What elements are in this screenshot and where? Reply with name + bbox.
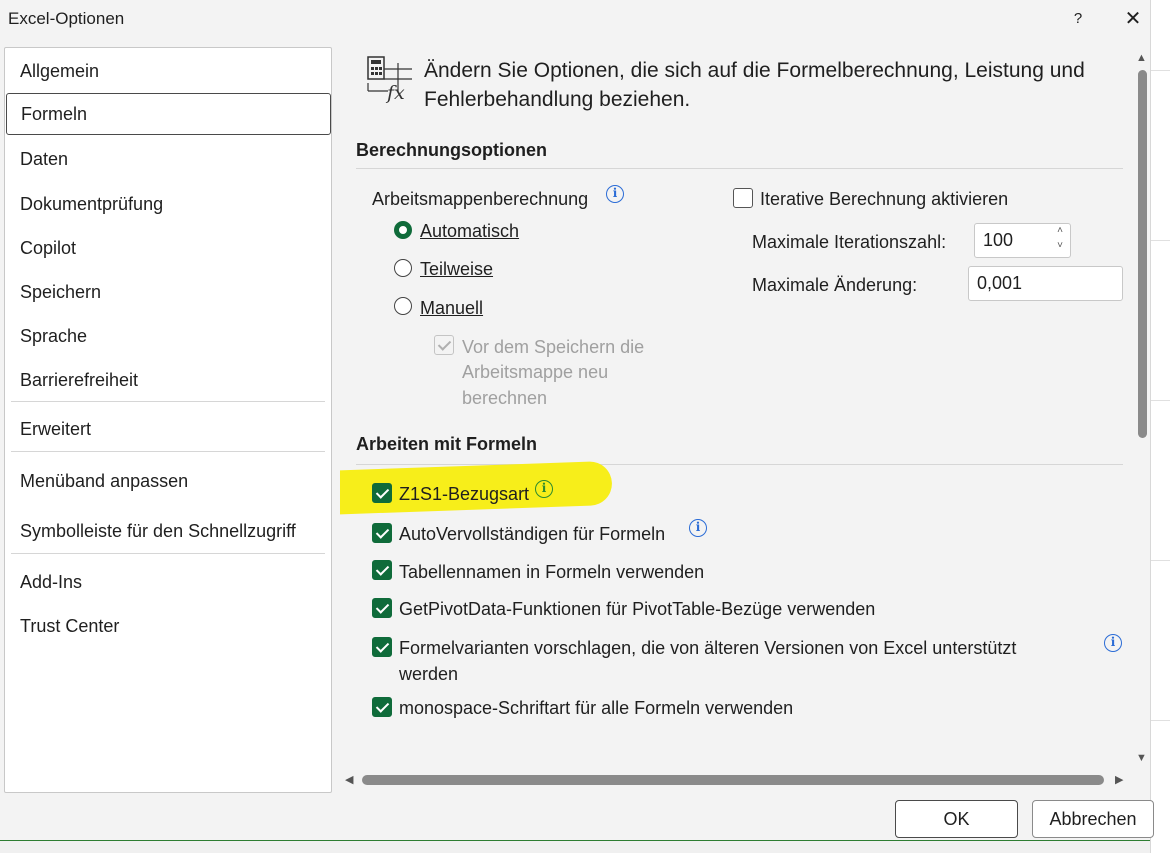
- nav-item-menueband[interactable]: Menüband anpassen: [5, 461, 331, 501]
- r1c1-label[interactable]: Z1S1-Bezugsart: [399, 484, 529, 505]
- info-icon[interactable]: i: [606, 185, 624, 203]
- options-nav: Allgemein Formeln Daten Dokumentprüfung …: [4, 47, 332, 793]
- radio-manual[interactable]: [394, 297, 412, 315]
- section-heading-calc: Berechnungsoptionen: [356, 140, 548, 160]
- max-change-input[interactable]: 0,001: [968, 266, 1123, 301]
- svg-text:fx: fx: [385, 82, 405, 103]
- vertical-scroll-thumb[interactable]: [1138, 70, 1147, 438]
- nav-divider: [11, 553, 325, 554]
- nav-item-allgemein[interactable]: Allgemein: [5, 51, 331, 91]
- r1c1-checkbox[interactable]: [372, 483, 392, 503]
- info-icon[interactable]: i: [689, 519, 707, 537]
- nav-item-trustcenter[interactable]: Trust Center: [5, 606, 331, 646]
- help-button[interactable]: ?: [1064, 5, 1092, 33]
- formula-calculator-icon: fx: [367, 56, 412, 103]
- nav-item-speichern[interactable]: Speichern: [5, 272, 331, 312]
- title-bar: [0, 0, 1150, 38]
- max-iterations-label: Maximale Iterationszahl:: [752, 232, 947, 252]
- spin-up-icon[interactable]: ˄: [1053, 226, 1067, 236]
- table-names-label[interactable]: Tabellennamen in Formeln verwenden: [399, 562, 704, 583]
- recalc-before-save-label: berechnen: [462, 388, 548, 408]
- nav-divider: [11, 451, 325, 452]
- nav-item-formeln[interactable]: Formeln: [6, 93, 331, 135]
- spin-down-icon[interactable]: ˅: [1053, 241, 1067, 251]
- scroll-down-icon[interactable]: ▼: [1136, 752, 1147, 764]
- nav-item-barrierefreiheit[interactable]: Barrierefreiheit: [5, 360, 331, 400]
- options-content: fx Ändern Sie Optionen, die sich auf die…: [340, 47, 1130, 767]
- scroll-left-icon[interactable]: ◀: [345, 773, 353, 786]
- radio-partial-label[interactable]: Teilweise: [420, 259, 493, 280]
- scroll-up-icon[interactable]: ▲: [1136, 52, 1147, 64]
- workbook-calc-label: Arbeitsmappenberechnung: [372, 189, 589, 209]
- iterative-calc-checkbox[interactable]: [733, 188, 753, 208]
- nav-item-schnellzugriff[interactable]: Symbolleiste für den Schnellzugriff: [5, 511, 331, 551]
- max-change-label: Maximale Änderung:: [752, 275, 918, 295]
- info-icon[interactable]: i: [535, 480, 553, 498]
- cancel-button[interactable]: Abbrechen: [1032, 800, 1154, 838]
- nav-item-erweitert[interactable]: Erweitert: [5, 409, 331, 449]
- monospace-checkbox[interactable]: [372, 697, 392, 717]
- background-window-bottom: [0, 840, 1150, 853]
- section-heading-formulas: Arbeiten mit Formeln: [356, 434, 538, 454]
- getpivotdata-checkbox[interactable]: [372, 598, 392, 618]
- formula-variants-checkbox[interactable]: [372, 637, 392, 657]
- radio-partial[interactable]: [394, 259, 412, 277]
- formula-variants-label[interactable]: werden: [399, 664, 458, 685]
- radio-automatic[interactable]: [394, 221, 412, 239]
- section-divider: [356, 168, 1123, 169]
- info-icon[interactable]: i: [1104, 634, 1122, 652]
- getpivotdata-label[interactable]: GetPivotData-Funktionen für PivotTable-B…: [399, 599, 875, 620]
- table-names-checkbox[interactable]: [372, 560, 392, 580]
- recalc-before-save-label: Arbeitsmappe neu: [462, 362, 609, 382]
- close-button[interactable]: ✕: [1118, 5, 1148, 33]
- recalc-before-save-label: Vor dem Speichern die: [462, 337, 645, 357]
- iterative-calc-label[interactable]: Iterative Berechnung aktivieren: [760, 189, 1008, 210]
- recalc-before-save-checkbox[interactable]: [434, 335, 454, 355]
- radio-manual-label[interactable]: Manuell: [420, 298, 483, 319]
- ok-button[interactable]: OK: [895, 800, 1018, 838]
- page-description: Ändern Sie Optionen, die sich auf die Fo…: [424, 59, 1085, 111]
- formula-variants-label[interactable]: Formelvarianten vorschlagen, die von ält…: [399, 638, 1016, 659]
- nav-item-sprache[interactable]: Sprache: [5, 316, 331, 356]
- background-window: [1150, 0, 1170, 853]
- nav-divider: [11, 401, 325, 402]
- autocomplete-checkbox[interactable]: [372, 523, 392, 543]
- autocomplete-label[interactable]: AutoVervollständigen für Formeln: [399, 524, 665, 545]
- nav-item-copilot[interactable]: Copilot: [5, 228, 331, 268]
- nav-item-daten[interactable]: Daten: [5, 139, 331, 179]
- radio-automatic-label[interactable]: Automatisch: [420, 221, 519, 242]
- nav-item-dokumentpruefung[interactable]: Dokumentprüfung: [5, 184, 331, 224]
- window-title: Excel-Optionen: [8, 9, 125, 28]
- nav-item-addins[interactable]: Add-Ins: [5, 562, 331, 602]
- monospace-label[interactable]: monospace-Schriftart für alle Formeln ve…: [399, 698, 793, 719]
- horizontal-scroll-thumb[interactable]: [362, 775, 1104, 785]
- scroll-right-icon[interactable]: ▶: [1115, 773, 1123, 786]
